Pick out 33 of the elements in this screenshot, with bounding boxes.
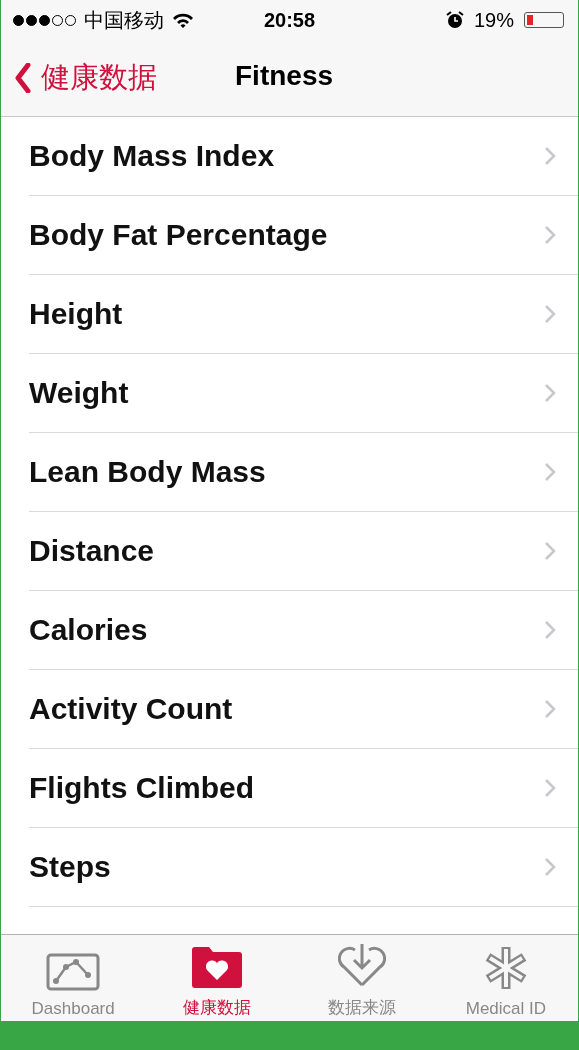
chevron-icon xyxy=(544,383,556,403)
list-row[interactable]: Activity Count xyxy=(29,670,578,749)
list-row[interactable]: Distance xyxy=(29,512,578,591)
chevron-icon xyxy=(544,541,556,561)
tab-button[interactable]: 健康数据 xyxy=(145,935,290,1021)
chevron-icon xyxy=(544,699,556,719)
list-row[interactable]: Body Fat Percentage xyxy=(29,196,578,275)
list-row[interactable]: Body Mass Index xyxy=(29,117,578,196)
back-chevron-icon xyxy=(15,63,31,93)
carrier-name: 中国移动 xyxy=(84,7,164,33)
chevron-icon xyxy=(544,225,556,245)
list-row[interactable]: Steps xyxy=(29,828,578,907)
chevron-icon xyxy=(544,146,556,166)
battery-icon xyxy=(524,12,564,28)
chevron-icon xyxy=(544,462,556,482)
back-button[interactable]: 健康数据 xyxy=(15,58,157,98)
list-row[interactable]: Flights Climbed xyxy=(29,749,578,828)
heart-download-icon xyxy=(337,942,386,988)
list-row[interactable]: Lean Body Mass xyxy=(29,433,578,512)
chevron-icon xyxy=(544,778,556,798)
clock-time: 20:58 xyxy=(263,8,316,31)
list-row[interactable]: Calories xyxy=(29,591,578,670)
chevron-icon xyxy=(544,620,556,640)
wifi-icon xyxy=(172,12,194,28)
chevron-icon xyxy=(544,857,556,877)
list-row[interactable]: Weight xyxy=(29,354,578,433)
list-row[interactable]: Height xyxy=(29,275,578,354)
chevron-icon xyxy=(544,304,556,324)
chart-icon xyxy=(46,953,101,991)
folder-heart-icon xyxy=(191,946,244,988)
page-title: Fitness xyxy=(235,60,334,92)
battery-percent: 19% xyxy=(473,8,514,32)
alarm-icon xyxy=(445,11,464,29)
